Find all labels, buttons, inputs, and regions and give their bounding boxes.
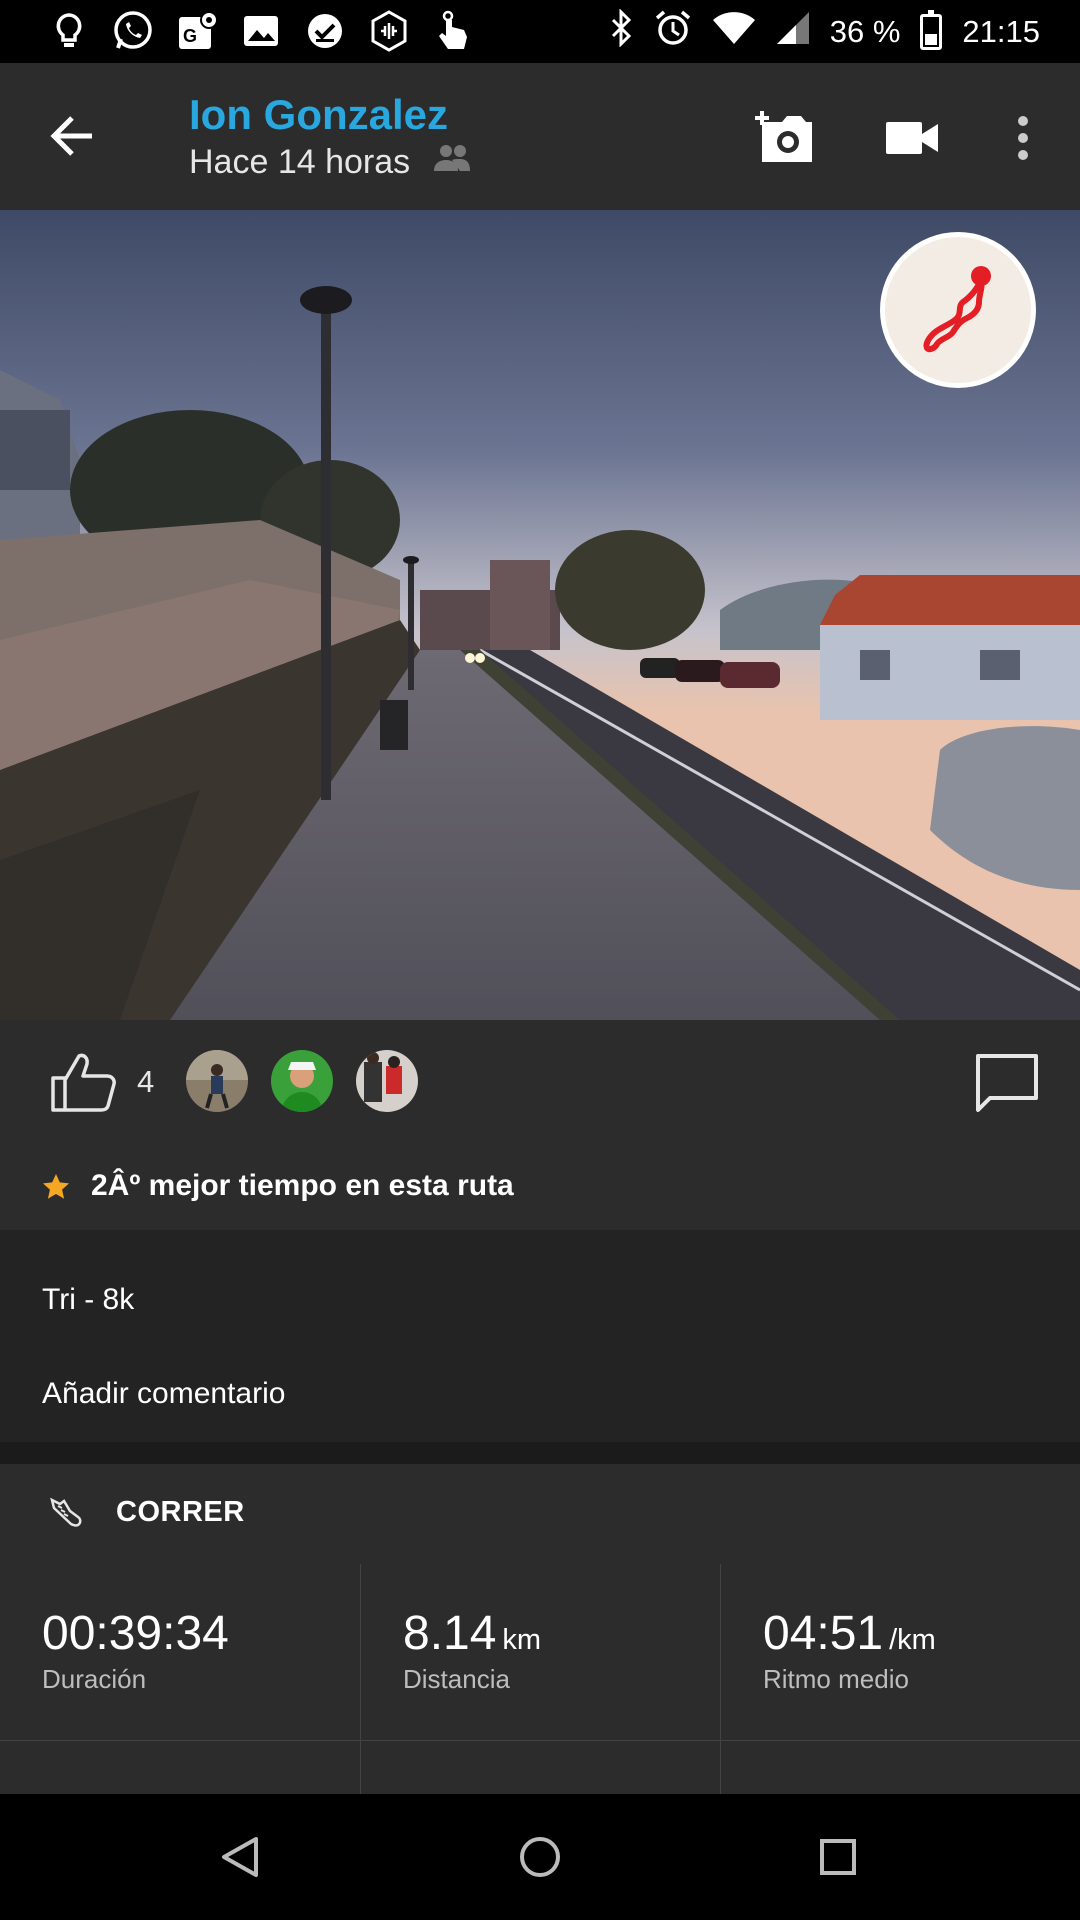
thumbs-up-icon [51, 1053, 116, 1112]
avatar-image [271, 1050, 333, 1112]
gallery-icon [240, 10, 282, 52]
avatar-redshirt[interactable] [356, 1050, 418, 1112]
battery-icon [920, 9, 943, 50]
bluetooth-icon [610, 7, 634, 55]
stat-duration: 00:39:34 Duración [0, 1564, 359, 1740]
route-icon [923, 266, 991, 353]
bulb-icon [48, 10, 90, 52]
back-button[interactable] [44, 107, 102, 165]
stat-cell-cut [720, 1741, 1080, 1794]
stat-label: Ritmo medio [763, 1664, 909, 1694]
running-shoe-icon [50, 1497, 82, 1527]
time-ago: Hace 14 horas [189, 143, 411, 181]
activity-type: CORRER [48, 1494, 245, 1530]
description-block: Tri - 8k Añadir comentario [0, 1230, 1080, 1442]
nav-recents-button[interactable] [808, 1827, 868, 1887]
star-icon [43, 1174, 69, 1199]
stats-grid: 00:39:34 Duración 8.14 km Distancia 04:51… [0, 1564, 1080, 1741]
stat-label: Distancia [403, 1664, 510, 1694]
video-icon [886, 122, 938, 154]
avatar-green[interactable] [271, 1050, 333, 1112]
stat-value: 04:51/km [763, 1607, 936, 1660]
user-name[interactable]: Ion Gonzalez [189, 91, 448, 139]
stat-value: 8.14 km [403, 1607, 542, 1660]
stats-section: CORRER 00:39:34 Duración 8.14 km Distanci… [0, 1464, 1080, 1794]
wifi-icon [712, 11, 756, 53]
comment-button[interactable] [974, 1052, 1040, 1114]
triangle-back-icon [222, 1837, 258, 1877]
achievement-text: 2Âº mejor tiempo en esta ruta [91, 1169, 514, 1202]
podcast-icon [368, 10, 410, 52]
stats-row-partial [0, 1741, 1080, 1794]
maps-icon: G [176, 10, 218, 52]
stat-cell-cut [360, 1741, 720, 1794]
status-bar: G 36 % 21:15 [0, 0, 1080, 63]
stat-distance: 8.14 km Distancia [360, 1564, 720, 1740]
achievement-row[interactable]: 2Âº mejor tiempo en esta ruta [0, 1145, 1080, 1230]
svg-text:G: G [183, 26, 197, 46]
clock: 21:15 [962, 13, 1040, 49]
arrow-back-icon [50, 116, 92, 156]
likes-row: 4 [0, 1020, 1080, 1146]
add-comment-link[interactable]: Añadir comentario [42, 1377, 285, 1411]
notification-icons: G [48, 10, 474, 52]
nav-back-button[interactable] [210, 1827, 270, 1887]
square-recents-icon [820, 1839, 856, 1875]
status-right: 36 % 21:15 [610, 0, 1040, 63]
subtitle: Hace 14 horas [189, 143, 472, 182]
comment-icon [976, 1054, 1038, 1112]
alarm-icon [654, 9, 692, 55]
tasks-icon [304, 10, 346, 52]
avatar-image [356, 1050, 418, 1112]
activity-title: Tri - 8k [42, 1283, 135, 1316]
stat-label: Duración [42, 1664, 147, 1694]
stat-pace: 04:51/km Ritmo medio [720, 1564, 1080, 1740]
route-map-button[interactable] [880, 232, 1036, 388]
activity-photo[interactable] [0, 210, 1080, 1020]
video-button[interactable] [877, 103, 947, 173]
circle-home-icon [520, 1837, 560, 1877]
more-button[interactable] [988, 103, 1058, 173]
stat-value: 00:39:34 [42, 1607, 229, 1660]
whatsapp-icon [112, 10, 154, 52]
signal-icon [776, 11, 810, 53]
navigation-bar [0, 1794, 1080, 1920]
people-icon [432, 143, 472, 182]
like-button[interactable] [50, 1050, 118, 1118]
more-vert-icon [1018, 116, 1028, 160]
section-divider [0, 1442, 1080, 1464]
add-photo-button[interactable] [749, 103, 819, 173]
stat-cell-cut [0, 1741, 359, 1794]
add-photo-icon [755, 111, 812, 162]
avatar-image [186, 1050, 248, 1112]
app-bar: Ion Gonzalez Hace 14 horas [0, 63, 1080, 210]
nav-home-button[interactable] [510, 1827, 570, 1887]
avatar-runner[interactable] [186, 1050, 248, 1112]
touch-icon [432, 10, 474, 52]
battery-percent: 36 % [829, 13, 901, 49]
like-count: 4 [137, 1064, 155, 1099]
activity-type-label: CORRER [116, 1495, 245, 1528]
